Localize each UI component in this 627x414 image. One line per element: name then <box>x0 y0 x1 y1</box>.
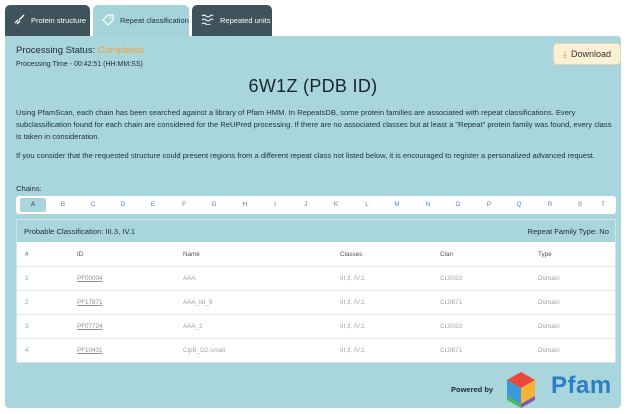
processing-time: Processing Time - 00:42:51 (HH:MM:SS) <box>16 61 143 68</box>
tag-icon <box>102 13 114 28</box>
chain-o-tab[interactable]: O <box>445 198 471 212</box>
download-label: Download <box>570 49 611 59</box>
column-header-id: ID <box>77 251 84 258</box>
cell-type: Domain <box>538 323 560 330</box>
cell-name: AAA <box>183 275 196 282</box>
pfam-id-link[interactable]: PF07724 <box>77 323 103 330</box>
repeat-family-type: Repeat Family Type: No <box>527 227 609 236</box>
chain-p-tab[interactable]: P <box>476 198 502 212</box>
column-header-type: Type <box>538 251 552 258</box>
tab-label: Repeated units <box>220 16 271 25</box>
tab-label: Protein structure <box>31 16 87 25</box>
status-value: Completed <box>97 45 144 56</box>
cell-num: 1 <box>25 275 29 282</box>
cell-type: Domain <box>538 299 560 306</box>
table-header: # ID Name Classes Clan Type <box>17 244 615 266</box>
cell-type: Domain <box>538 347 560 354</box>
cell-clan: CL0671 <box>440 347 463 354</box>
chain-t-tab[interactable]: T <box>590 198 616 212</box>
processing-status: Processing Status: Completed <box>16 45 144 56</box>
chain-r-tab[interactable]: R <box>537 198 563 212</box>
cell-classes: III.3, IV.1 <box>340 323 365 330</box>
cell-clan: CL0023 <box>440 323 463 330</box>
cell-num: 3 <box>25 323 29 330</box>
cell-classes: III.3, IV.1 <box>340 347 365 354</box>
chain-m-tab[interactable]: M <box>384 198 410 212</box>
chain-e-tab[interactable]: E <box>140 198 166 212</box>
probable-classification: Probable Classification: III.3, IV.1 <box>24 227 136 236</box>
cell-clan: CL0671 <box>440 299 463 306</box>
cell-clan: CL0023 <box>440 275 463 282</box>
chain-f-tab[interactable]: F <box>171 198 197 212</box>
tab-protein-structure[interactable]: Protein structure <box>5 5 90 36</box>
cell-classes: III.3, IV.1 <box>340 275 365 282</box>
tab-label: Repeat classification <box>120 16 189 25</box>
advanced-request-note: If you consider that the requested struc… <box>16 151 596 160</box>
column-header-classes: Classes <box>340 251 363 258</box>
pfam-id-link[interactable]: PF10431 <box>77 347 103 354</box>
tab-bar: Protein structure Repeat classification … <box>0 0 627 36</box>
chain-k-tab[interactable]: K <box>323 198 349 212</box>
chain-l-tab[interactable]: L <box>354 198 380 212</box>
pfam-id-link[interactable]: PF00004 <box>77 275 103 282</box>
chain-h-tab[interactable]: H <box>232 198 258 212</box>
table-row: 1 PF00004 AAA III.3, IV.1 CL0023 Domain <box>17 266 615 290</box>
cell-classes: III.3, IV.1 <box>340 299 365 306</box>
table-row: 2 PF17871 AAA_lid_9 III.3, IV.1 CL0671 D… <box>17 290 615 314</box>
description-paragraph: Using PfamScan, each chain has been sear… <box>16 108 612 141</box>
chain-b-tab[interactable]: B <box>50 198 76 212</box>
download-icon: ⤓ <box>562 48 567 59</box>
chain-a-tab[interactable]: A <box>20 198 46 212</box>
chain-c-tab[interactable]: C <box>80 198 106 212</box>
cell-type: Domain <box>538 275 560 282</box>
classification-card: Probable Classification: III.3, IV.1 Rep… <box>16 219 616 363</box>
chain-d-tab[interactable]: D <box>110 198 136 212</box>
table-row: 4 PF10431 ClpB_D2-small III.3, IV.1 CL06… <box>17 338 615 362</box>
powered-by-label: Powered by <box>451 385 494 394</box>
pfam-logo-icon <box>499 370 543 414</box>
chain-j-tab[interactable]: J <box>293 198 319 212</box>
column-header-clan: Clan <box>440 251 453 258</box>
chain-q-tab[interactable]: Q <box>506 198 532 212</box>
repeat-classification-panel: Processing Status: Completed Processing … <box>5 36 621 408</box>
chain-g-tab[interactable]: G <box>201 198 227 212</box>
tab-repeated-units[interactable]: Repeated units <box>192 5 272 36</box>
repeat-units-icon <box>201 14 214 27</box>
chain-selector: A B C D E F G H I J K L M N O P Q R S T <box>16 196 616 214</box>
pfam-logo-text: Pfam <box>551 372 612 399</box>
chain-n-tab[interactable]: N <box>415 198 441 212</box>
classification-header: Probable Classification: III.3, IV.1 Rep… <box>17 220 615 242</box>
page-title: 6W1Z (PDB ID) <box>248 76 378 96</box>
cell-num: 2 <box>25 299 29 306</box>
cell-name: AAA_lid_9 <box>183 299 213 306</box>
chains-label: Chains: <box>16 184 42 193</box>
column-header-num: # <box>25 251 29 258</box>
pfam-id-link[interactable]: PF17871 <box>77 299 103 306</box>
protein-structure-icon <box>14 14 25 27</box>
cell-name: ClpB_D2-small <box>183 347 225 354</box>
status-label: Processing Status: <box>16 45 96 56</box>
table-row: 3 PF07724 AAA_2 III.3, IV.1 CL0023 Domai… <box>17 314 615 338</box>
cell-num: 4 <box>25 347 29 354</box>
tab-repeat-classification[interactable]: Repeat classification <box>93 5 189 36</box>
download-button[interactable]: ⤓ Download <box>553 43 621 65</box>
chain-i-tab[interactable]: I <box>262 198 288 212</box>
cell-name: AAA_2 <box>183 323 203 330</box>
column-header-name: Name <box>183 251 200 258</box>
